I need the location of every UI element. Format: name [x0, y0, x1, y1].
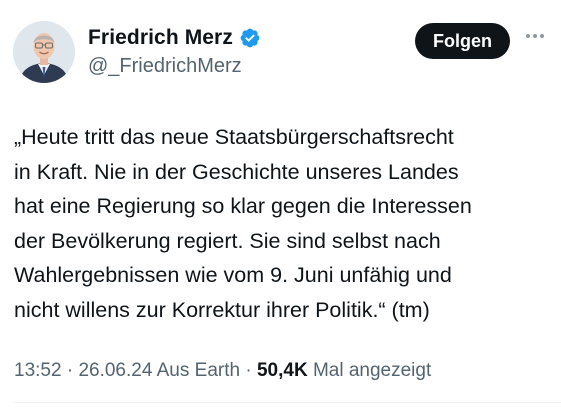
- tweet-time[interactable]: 13:52: [14, 360, 62, 381]
- tweet-meta: 13:52 · 26.06.24 Aus Earth · 50,4K Mal a…: [14, 360, 431, 382]
- tweet-text-line: hat eine Regierung so klar gegen die Int…: [14, 194, 472, 218]
- tweet-text-line: nicht willens zur Korrektur ihrer Politi…: [14, 297, 430, 322]
- tweet-text-line: der Bevölkerung regiert. Sie sind selbst…: [14, 228, 441, 253]
- divider: [14, 402, 561, 403]
- views-count: 50,4K: [256, 360, 308, 381]
- more-horizontal-icon[interactable]: [524, 30, 546, 42]
- tweet-card: Friedrich Merz @_FriedrichMerz Folgen „H…: [0, 0, 561, 410]
- author-display-name[interactable]: Friedrich Merz: [88, 26, 233, 50]
- tweet-text-line: „Heute tritt das neue Staatsbürgerschaft…: [14, 125, 454, 149]
- more-dot: [526, 34, 530, 38]
- views-label: Mal angezeigt: [307, 360, 432, 381]
- more-dot: [540, 34, 544, 38]
- tweet-text: „Heute tritt das neue Staatsbürgerschaft…: [14, 120, 554, 327]
- meta-separator: ·: [61, 360, 79, 381]
- tweet-text-line: Wahlergebnissen wie vom 9. Juni unfähig …: [14, 263, 452, 287]
- author-name-row[interactable]: Friedrich Merz: [88, 26, 261, 50]
- author-handle[interactable]: @_FriedrichMerz: [88, 55, 242, 78]
- tweet-text-line: in Kraft. Nie in der Geschichte unseres …: [14, 159, 459, 184]
- avatar[interactable]: [13, 21, 75, 83]
- more-dot: [533, 34, 537, 38]
- follow-button[interactable]: Folgen: [415, 23, 510, 59]
- tweet-date[interactable]: 26.06.24: [78, 360, 152, 381]
- tweet-source: Aus Earth: [152, 360, 241, 381]
- meta-separator: ·: [240, 360, 257, 381]
- verified-badge-icon: [239, 27, 261, 49]
